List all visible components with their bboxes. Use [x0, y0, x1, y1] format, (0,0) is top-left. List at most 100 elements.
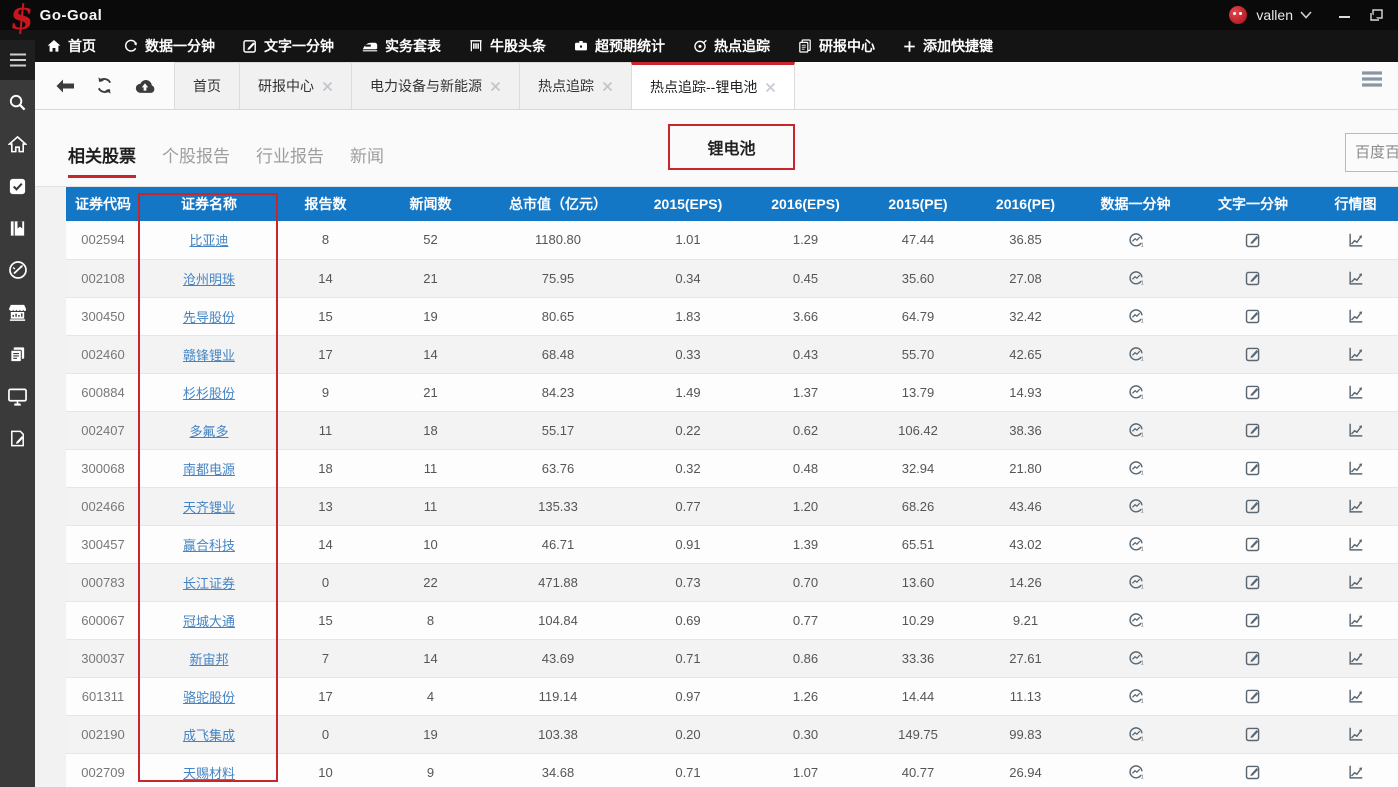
stock-name-link[interactable]: 骆驼股份 — [183, 690, 235, 705]
data-minute-button[interactable]: 1 — [1127, 421, 1145, 439]
text-minute-button[interactable] — [1244, 763, 1262, 781]
tab-hotspot-lithium[interactable]: 热点追踪--锂电池 — [631, 62, 795, 109]
nav-item-practice-tables[interactable]: 实务套表 — [361, 36, 441, 56]
chart-button[interactable] — [1347, 725, 1365, 743]
text-minute-button[interactable] — [1244, 687, 1262, 705]
chart-button[interactable] — [1347, 231, 1365, 249]
stock-name-link[interactable]: 天齐锂业 — [183, 500, 235, 515]
sidebar-tasks-button[interactable] — [0, 166, 35, 206]
chart-button[interactable] — [1347, 573, 1365, 591]
nav-item-surprise-stats[interactable]: 超预期统计 — [573, 36, 665, 56]
data-minute-button[interactable]: 1 — [1127, 535, 1145, 553]
chart-button[interactable] — [1347, 763, 1365, 781]
data-minute-button[interactable]: 1 — [1127, 763, 1145, 781]
text-minute-button[interactable] — [1244, 459, 1262, 477]
back-button[interactable] — [55, 79, 75, 93]
sidebar-documents-button[interactable] — [0, 334, 35, 374]
chart-button[interactable] — [1347, 421, 1365, 439]
stock-name-link[interactable]: 赣锋锂业 — [183, 348, 235, 363]
text-minute-button[interactable] — [1244, 383, 1262, 401]
data-minute-button[interactable]: 1 — [1127, 649, 1145, 667]
sidebar-menu-button[interactable] — [0, 40, 35, 80]
nav-item-home[interactable]: 首页 — [46, 36, 96, 56]
stock-name-link[interactable]: 多氟多 — [189, 424, 228, 439]
stock-name-link[interactable]: 赢合科技 — [183, 538, 235, 553]
close-icon[interactable] — [490, 81, 501, 92]
sidebar-book-button[interactable] — [0, 208, 35, 248]
chart-button[interactable] — [1347, 611, 1365, 629]
text-minute-button[interactable] — [1244, 649, 1262, 667]
tab-hotspot-tracking[interactable]: 热点追踪 — [519, 62, 632, 109]
text-minute-button[interactable] — [1244, 535, 1262, 553]
text-minute-button[interactable] — [1244, 611, 1262, 629]
data-minute-button[interactable]: 1 — [1127, 573, 1145, 591]
baidu-baike-button[interactable]: 百度百科 — [1345, 133, 1398, 172]
stock-name-link[interactable]: 新宙邦 — [189, 652, 228, 667]
sidebar-monitor-button[interactable] — [0, 376, 35, 416]
nav-item-bull-headlines[interactable]: 牛股头条 — [468, 36, 546, 56]
subtab-industry-reports[interactable]: 行业报告 — [256, 142, 324, 178]
text-minute-button[interactable] — [1244, 497, 1262, 515]
minimize-button[interactable] — [1338, 9, 1352, 21]
chevron-down-icon[interactable] — [1299, 10, 1313, 20]
cloud-upload-button[interactable] — [134, 78, 156, 94]
sidebar-gauge-button[interactable] — [0, 250, 35, 290]
subtab-related-stocks[interactable]: 相关股票 — [68, 142, 136, 178]
chart-button[interactable] — [1347, 307, 1365, 325]
text-minute-button[interactable] — [1244, 573, 1262, 591]
data-minute-button[interactable]: 1 — [1127, 497, 1145, 515]
sidebar-home-button[interactable] — [0, 124, 35, 164]
chart-button[interactable] — [1347, 269, 1365, 287]
subtab-news[interactable]: 新闻 — [350, 142, 384, 178]
data-minute-button[interactable]: 1 — [1127, 687, 1145, 705]
data-minute-button[interactable]: 1 — [1127, 231, 1145, 249]
data-minute-button[interactable]: 1 — [1127, 459, 1145, 477]
close-icon[interactable] — [602, 81, 613, 92]
text-minute-button[interactable] — [1244, 231, 1262, 249]
tab-home[interactable]: 首页 — [174, 62, 240, 109]
data-minute-button[interactable]: 1 — [1127, 383, 1145, 401]
chart-button[interactable] — [1347, 459, 1365, 477]
stock-name-link[interactable]: 先导股份 — [183, 310, 235, 325]
stock-name-link[interactable]: 比亚迪 — [189, 233, 228, 248]
tab-power-equipment[interactable]: 电力设备与新能源 — [351, 62, 520, 109]
subtab-stock-reports[interactable]: 个股报告 — [162, 142, 230, 178]
data-minute-button[interactable]: 1 — [1127, 725, 1145, 743]
close-icon[interactable] — [322, 81, 333, 92]
stock-name-link[interactable]: 成飞集成 — [183, 728, 235, 743]
avatar[interactable] — [1229, 6, 1247, 24]
chart-button[interactable] — [1347, 649, 1365, 667]
data-minute-button[interactable]: 1 — [1127, 611, 1145, 629]
data-minute-button[interactable]: 1 — [1127, 345, 1145, 363]
nav-item-hotspot-tracking[interactable]: 热点追踪 — [692, 36, 770, 56]
data-minute-button[interactable]: 1 — [1127, 307, 1145, 325]
stock-name-link[interactable]: 冠城大通 — [183, 614, 235, 629]
close-icon[interactable] — [765, 82, 776, 93]
text-minute-button[interactable] — [1244, 307, 1262, 325]
refresh-button[interactable] — [95, 76, 114, 95]
chart-button[interactable] — [1347, 687, 1365, 705]
stock-name-link[interactable]: 南都电源 — [183, 462, 235, 477]
text-minute-button[interactable] — [1244, 269, 1262, 287]
nav-item-data-minute[interactable]: 数据一分钟 — [123, 36, 215, 56]
text-minute-button[interactable] — [1244, 345, 1262, 363]
text-minute-button[interactable] — [1244, 421, 1262, 439]
stock-name-link[interactable]: 沧州明珠 — [183, 272, 235, 287]
text-minute-button[interactable] — [1244, 725, 1262, 743]
stock-name-link[interactable]: 天赐材料 — [183, 766, 235, 781]
user-name[interactable]: vallen — [1256, 7, 1293, 23]
chart-button[interactable] — [1347, 497, 1365, 515]
data-minute-button[interactable]: 1 — [1127, 269, 1145, 287]
chart-button[interactable] — [1347, 383, 1365, 401]
tab-list-menu-button[interactable] — [1360, 70, 1398, 109]
sidebar-note-button[interactable] — [0, 418, 35, 458]
sidebar-search-button[interactable] — [0, 82, 35, 122]
nav-item-add-shortcut[interactable]: 添加快捷键 — [902, 36, 993, 56]
restore-button[interactable] — [1369, 8, 1384, 22]
stock-name-link[interactable]: 杉杉股份 — [183, 386, 235, 401]
tab-report-center[interactable]: 研报中心 — [239, 62, 352, 109]
stock-name-link[interactable]: 长江证券 — [183, 576, 235, 591]
chart-button[interactable] — [1347, 345, 1365, 363]
sidebar-market-button[interactable] — [0, 292, 35, 332]
nav-item-text-minute[interactable]: 文字一分钟 — [242, 36, 334, 56]
